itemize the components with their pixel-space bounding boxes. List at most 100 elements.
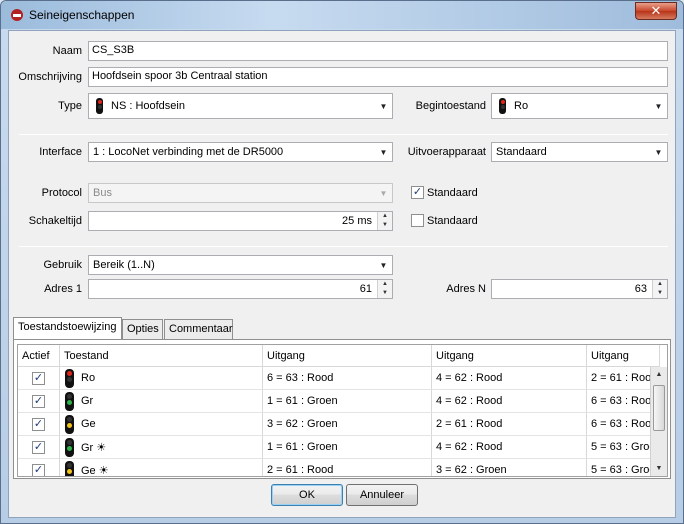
chevron-down-icon[interactable]: ▼	[375, 143, 392, 161]
adres1-value: 61	[359, 283, 372, 295]
type-select[interactable]: NS : Hoofdsein ▼	[88, 93, 393, 119]
dialog-content: Naam CS_S3B Omschrijving Hoofdsein spoor…	[8, 30, 676, 518]
adresN-label: Adres N	[446, 283, 486, 295]
spin-down-icon[interactable]: ▼	[378, 221, 392, 230]
close-icon: ✕	[650, 3, 662, 18]
uitgang-cell[interactable]: 4 = 62 : Rood	[432, 436, 587, 459]
column-header-toestand[interactable]: Toestand	[60, 345, 263, 367]
column-header-uitgang-1[interactable]: Uitgang	[263, 345, 432, 367]
grid-scrollbar[interactable]: ▲ ▼	[650, 367, 667, 476]
uitgang-cell[interactable]: 6 = 63 : Rood	[263, 367, 432, 390]
toestand-label: Ge ☀	[81, 465, 109, 477]
uitgang-cell[interactable]: 4 = 62 : Rood	[432, 390, 587, 413]
schakeltijd-standaard-label: Standaard	[427, 215, 478, 227]
uitgang-cell[interactable]: 2 = 61 : Rood	[263, 459, 432, 476]
adresN-spinner[interactable]: 63 ▲ ▼	[491, 279, 668, 299]
table-row[interactable]: ✓ Gr ☀ 1 = 61 : Groen 4 = 62 : Rood 5 = …	[18, 436, 662, 459]
chevron-down-icon[interactable]: ▼	[650, 143, 667, 161]
schakeltijd-spinner[interactable]: 25 ms ▲ ▼	[88, 211, 393, 231]
close-button[interactable]: ✕	[635, 2, 677, 20]
naam-input[interactable]: CS_S3B	[88, 41, 668, 61]
separator	[19, 246, 668, 247]
uitvoerapparaat-select[interactable]: Standaard ▼	[491, 142, 668, 162]
uitgang-cell[interactable]: 3 = 62 : Groen	[432, 459, 587, 476]
begintoestand-select[interactable]: Ro ▼	[491, 93, 668, 119]
actief-checkbox[interactable]: ✓	[32, 464, 45, 476]
scroll-down-icon[interactable]: ▼	[651, 461, 667, 476]
annuleer-button[interactable]: Annuleer	[346, 484, 418, 506]
spin-down-icon[interactable]: ▼	[653, 289, 667, 298]
uitgang-cell[interactable]: 1 = 61 : Groen	[263, 390, 432, 413]
window-title: Seineigenschappen	[29, 8, 135, 22]
dialog-window: Seineigenschappen ✕ Naam CS_S3B Omschrij…	[0, 0, 684, 524]
app-icon	[11, 9, 23, 21]
separator	[19, 134, 668, 135]
signal-icon	[65, 415, 74, 434]
tab-panel: Actief Toestand Uitgang Uitgang Uitgang …	[13, 339, 671, 479]
column-header-actief[interactable]: Actief	[18, 345, 60, 367]
protocol-standaard-checkbox[interactable]: ✓	[411, 186, 424, 199]
signal-icon	[65, 369, 74, 388]
adres1-spinner[interactable]: 61 ▲ ▼	[88, 279, 393, 299]
toestand-label: Gr ☀	[81, 442, 107, 454]
spin-up-icon[interactable]: ▲	[653, 280, 667, 289]
protocol-label: Protocol	[41, 187, 82, 199]
toestand-label: Gr	[81, 395, 94, 407]
uitgang-cell[interactable]: 2 = 61 : Rood	[432, 413, 587, 436]
adresN-value: 63	[634, 283, 647, 295]
gebruik-label: Gebruik	[43, 259, 82, 271]
table-row[interactable]: ✓ Ge 3 = 62 : Groen 2 = 61 : Rood 6 = 63…	[18, 413, 660, 436]
signal-icon	[499, 98, 506, 114]
type-label: Type	[58, 100, 82, 112]
protocol-select: Bus ▼	[88, 183, 393, 203]
tab-commentaar[interactable]: Commentaar	[164, 319, 233, 340]
adres1-label: Adres 1	[44, 283, 82, 295]
chevron-down-icon[interactable]: ▼	[650, 94, 667, 118]
tab-toestandstoewijzing[interactable]: Toestandstoewijzing	[13, 317, 122, 340]
actief-checkbox[interactable]: ✓	[32, 418, 45, 431]
tab-opties[interactable]: Opties	[122, 319, 163, 340]
begintoestand-label: Begintoestand	[415, 100, 486, 112]
schakeltijd-standaard-checkbox[interactable]	[411, 214, 424, 227]
state-grid: Actief Toestand Uitgang Uitgang Uitgang …	[17, 344, 668, 477]
chevron-down-icon[interactable]: ▼	[375, 256, 392, 274]
omschrijving-input[interactable]: Hoofdsein spoor 3b Centraal station	[88, 67, 668, 87]
gebruik-select[interactable]: Bereik (1..N) ▼	[88, 255, 393, 275]
schakeltijd-value: 25 ms	[342, 215, 372, 227]
actief-checkbox[interactable]: ✓	[32, 441, 45, 454]
scroll-up-icon[interactable]: ▲	[651, 367, 667, 383]
actief-checkbox[interactable]: ✓	[32, 395, 45, 408]
title-bar[interactable]: Seineigenschappen ✕	[1, 1, 683, 29]
spin-down-icon[interactable]: ▼	[378, 289, 392, 298]
interface-value: 1 : LocoNet verbinding met de DR5000	[93, 146, 284, 158]
spin-up-icon[interactable]: ▲	[378, 280, 392, 289]
spin-up-icon[interactable]: ▲	[378, 212, 392, 221]
type-value: NS : Hoofdsein	[111, 100, 185, 112]
gebruik-value: Bereik (1..N)	[93, 259, 155, 271]
protocol-standaard-label: Standaard	[427, 187, 478, 199]
table-row[interactable]: ✓ Ge ☀ 2 = 61 : Rood 3 = 62 : Groen 5 = …	[18, 459, 662, 477]
ok-button[interactable]: OK	[271, 484, 343, 506]
column-header-uitgang-2[interactable]: Uitgang	[432, 345, 587, 367]
signal-icon	[96, 98, 103, 114]
omschrijving-label: Omschrijving	[18, 71, 82, 83]
uitgang-cell[interactable]: 3 = 62 : Groen	[263, 413, 432, 436]
column-header-uitgang-3[interactable]: Uitgang	[587, 345, 660, 367]
naam-label: Naam	[52, 45, 82, 57]
table-row[interactable]: ✓ Gr 1 = 61 : Groen 4 = 62 : Rood 6 = 63…	[18, 390, 660, 413]
actief-checkbox[interactable]: ✓	[32, 372, 45, 385]
protocol-value: Bus	[93, 187, 112, 199]
table-row[interactable]: ✓ Ro 6 = 63 : Rood 4 = 62 : Rood 2 = 61 …	[18, 367, 660, 390]
toestand-label: Ro	[81, 372, 96, 384]
signal-icon	[65, 461, 74, 476]
chevron-down-icon[interactable]: ▼	[375, 94, 392, 118]
scroll-thumb[interactable]	[653, 385, 665, 431]
schakeltijd-label: Schakeltijd	[28, 215, 82, 227]
uitvoerapparaat-label: Uitvoerapparaat	[407, 146, 486, 158]
toestand-label: Ge	[81, 418, 96, 430]
uitgang-cell[interactable]: 4 = 62 : Rood	[432, 367, 587, 390]
uitvoerapparaat-value: Standaard	[496, 146, 547, 158]
uitgang-cell[interactable]: 1 = 61 : Groen	[263, 436, 432, 459]
interface-select[interactable]: 1 : LocoNet verbinding met de DR5000 ▼	[88, 142, 393, 162]
begintoestand-value: Ro	[514, 100, 529, 112]
